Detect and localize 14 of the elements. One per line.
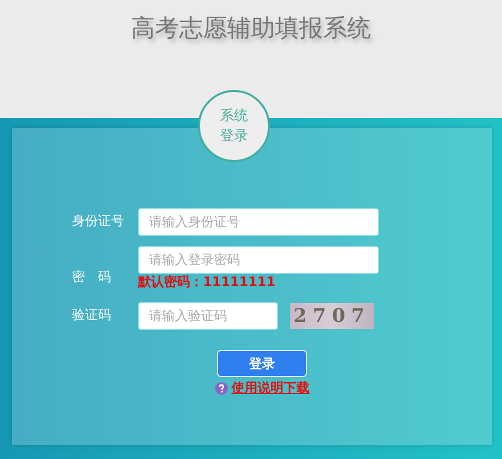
login-button[interactable]: 登录: [217, 350, 307, 377]
field-label: 验证码: [72, 307, 112, 325]
input-field[interactable]: 请输入身份证号: [138, 208, 379, 236]
badge-text: 系统: [220, 107, 248, 126]
help-icon: [214, 382, 228, 394]
manual-download-link[interactable]: 使用说明下载: [232, 379, 310, 397]
field-label: 身份证号: [72, 213, 125, 231]
default-password-hint: 默认密码：11111111: [138, 274, 276, 292]
input-field[interactable]: 请输入登录密码: [138, 246, 379, 274]
page-title: 高考志愿辅助填报系统: [131, 13, 371, 44]
field-label: 密 码: [72, 269, 112, 287]
captcha-image[interactable]: 2707: [290, 303, 374, 329]
badge-text: 登录: [220, 127, 248, 146]
input-field[interactable]: 请输入验证码: [138, 302, 278, 330]
